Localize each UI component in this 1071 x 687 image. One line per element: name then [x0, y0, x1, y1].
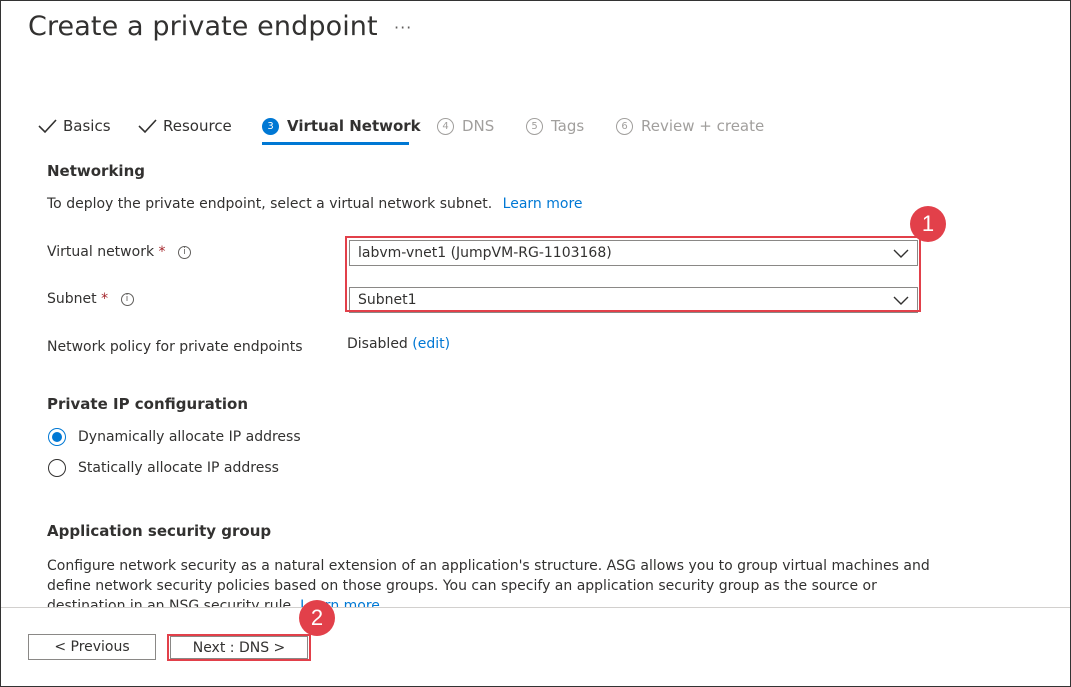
step-number-icon: 6 [616, 117, 633, 135]
subnet-label: Subnet * i [47, 291, 134, 307]
checkmark-icon [38, 119, 57, 134]
virtual-network-label-text: Virtual network [47, 244, 155, 260]
radio-button[interactable] [48, 459, 66, 477]
network-policy-status: Disabled [347, 336, 408, 352]
asg-heading: Application security group [47, 522, 272, 540]
networking-heading: Networking [47, 162, 145, 180]
previous-button[interactable]: < Previous [28, 634, 156, 660]
network-policy-value: Disabled (edit) [347, 336, 450, 352]
tab-dns[interactable]: 4 DNS [437, 111, 494, 141]
annotation-badge-2: 2 [299, 600, 335, 636]
learn-more-link[interactable]: Learn more [503, 196, 583, 212]
virtual-network-label: Virtual network * i [47, 244, 191, 260]
step-number-icon: 4 [437, 117, 454, 135]
step-number-icon: 3 [262, 117, 279, 135]
asg-description-text: Configure network security as a natural … [47, 558, 930, 614]
step-number-icon: 5 [526, 117, 543, 135]
subnet-label-text: Subnet [47, 291, 97, 307]
tab-label: DNS [462, 117, 495, 135]
private-ip-heading: Private IP configuration [47, 395, 249, 413]
network-policy-label: Network policy for private endpoints [47, 339, 303, 355]
tab-review-create[interactable]: 6 Review + create [616, 111, 764, 141]
radio-label: Dynamically allocate IP address [78, 429, 301, 445]
annotation-highlight-box [345, 236, 921, 312]
tab-label: Resource [163, 117, 232, 135]
required-marker: * [158, 244, 166, 260]
required-marker: * [101, 291, 109, 307]
info-icon[interactable]: i [177, 245, 191, 259]
create-private-endpoint-blade: Create a private endpoint ··· Basics Res… [0, 0, 1071, 687]
tab-label: Virtual Network [287, 117, 421, 135]
radio-label: Statically allocate IP address [78, 460, 279, 476]
checkmark-icon [138, 119, 157, 134]
annotation-highlight-box [167, 634, 311, 661]
annotation-badge-1: 1 [910, 206, 946, 242]
more-options-icon[interactable]: ··· [394, 18, 412, 37]
networking-description-text: To deploy the private endpoint, select a… [47, 196, 493, 212]
radio-button[interactable] [48, 428, 66, 446]
tab-virtual-network[interactable]: 3 Virtual Network [262, 111, 421, 141]
tab-label: Basics [63, 117, 111, 135]
page-title: Create a private endpoint [28, 11, 378, 42]
tab-tags[interactable]: 5 Tags [526, 111, 584, 141]
tab-label: Review + create [641, 117, 765, 135]
wizard-footer [1, 607, 1070, 686]
tab-basics[interactable]: Basics [37, 111, 111, 141]
radio-static-ip[interactable]: Statically allocate IP address [48, 459, 279, 477]
networking-description: To deploy the private endpoint, select a… [47, 196, 583, 212]
wizard-tabs: Basics Resource 3 Virtual Network 4 DNS … [37, 111, 797, 145]
tab-resource[interactable]: Resource [137, 111, 232, 141]
radio-dynamic-ip[interactable]: Dynamically allocate IP address [48, 428, 301, 446]
info-icon[interactable]: i [120, 292, 134, 306]
network-policy-edit-link[interactable]: (edit) [412, 336, 450, 352]
active-tab-indicator [262, 142, 409, 145]
tab-label: Tags [551, 117, 585, 135]
